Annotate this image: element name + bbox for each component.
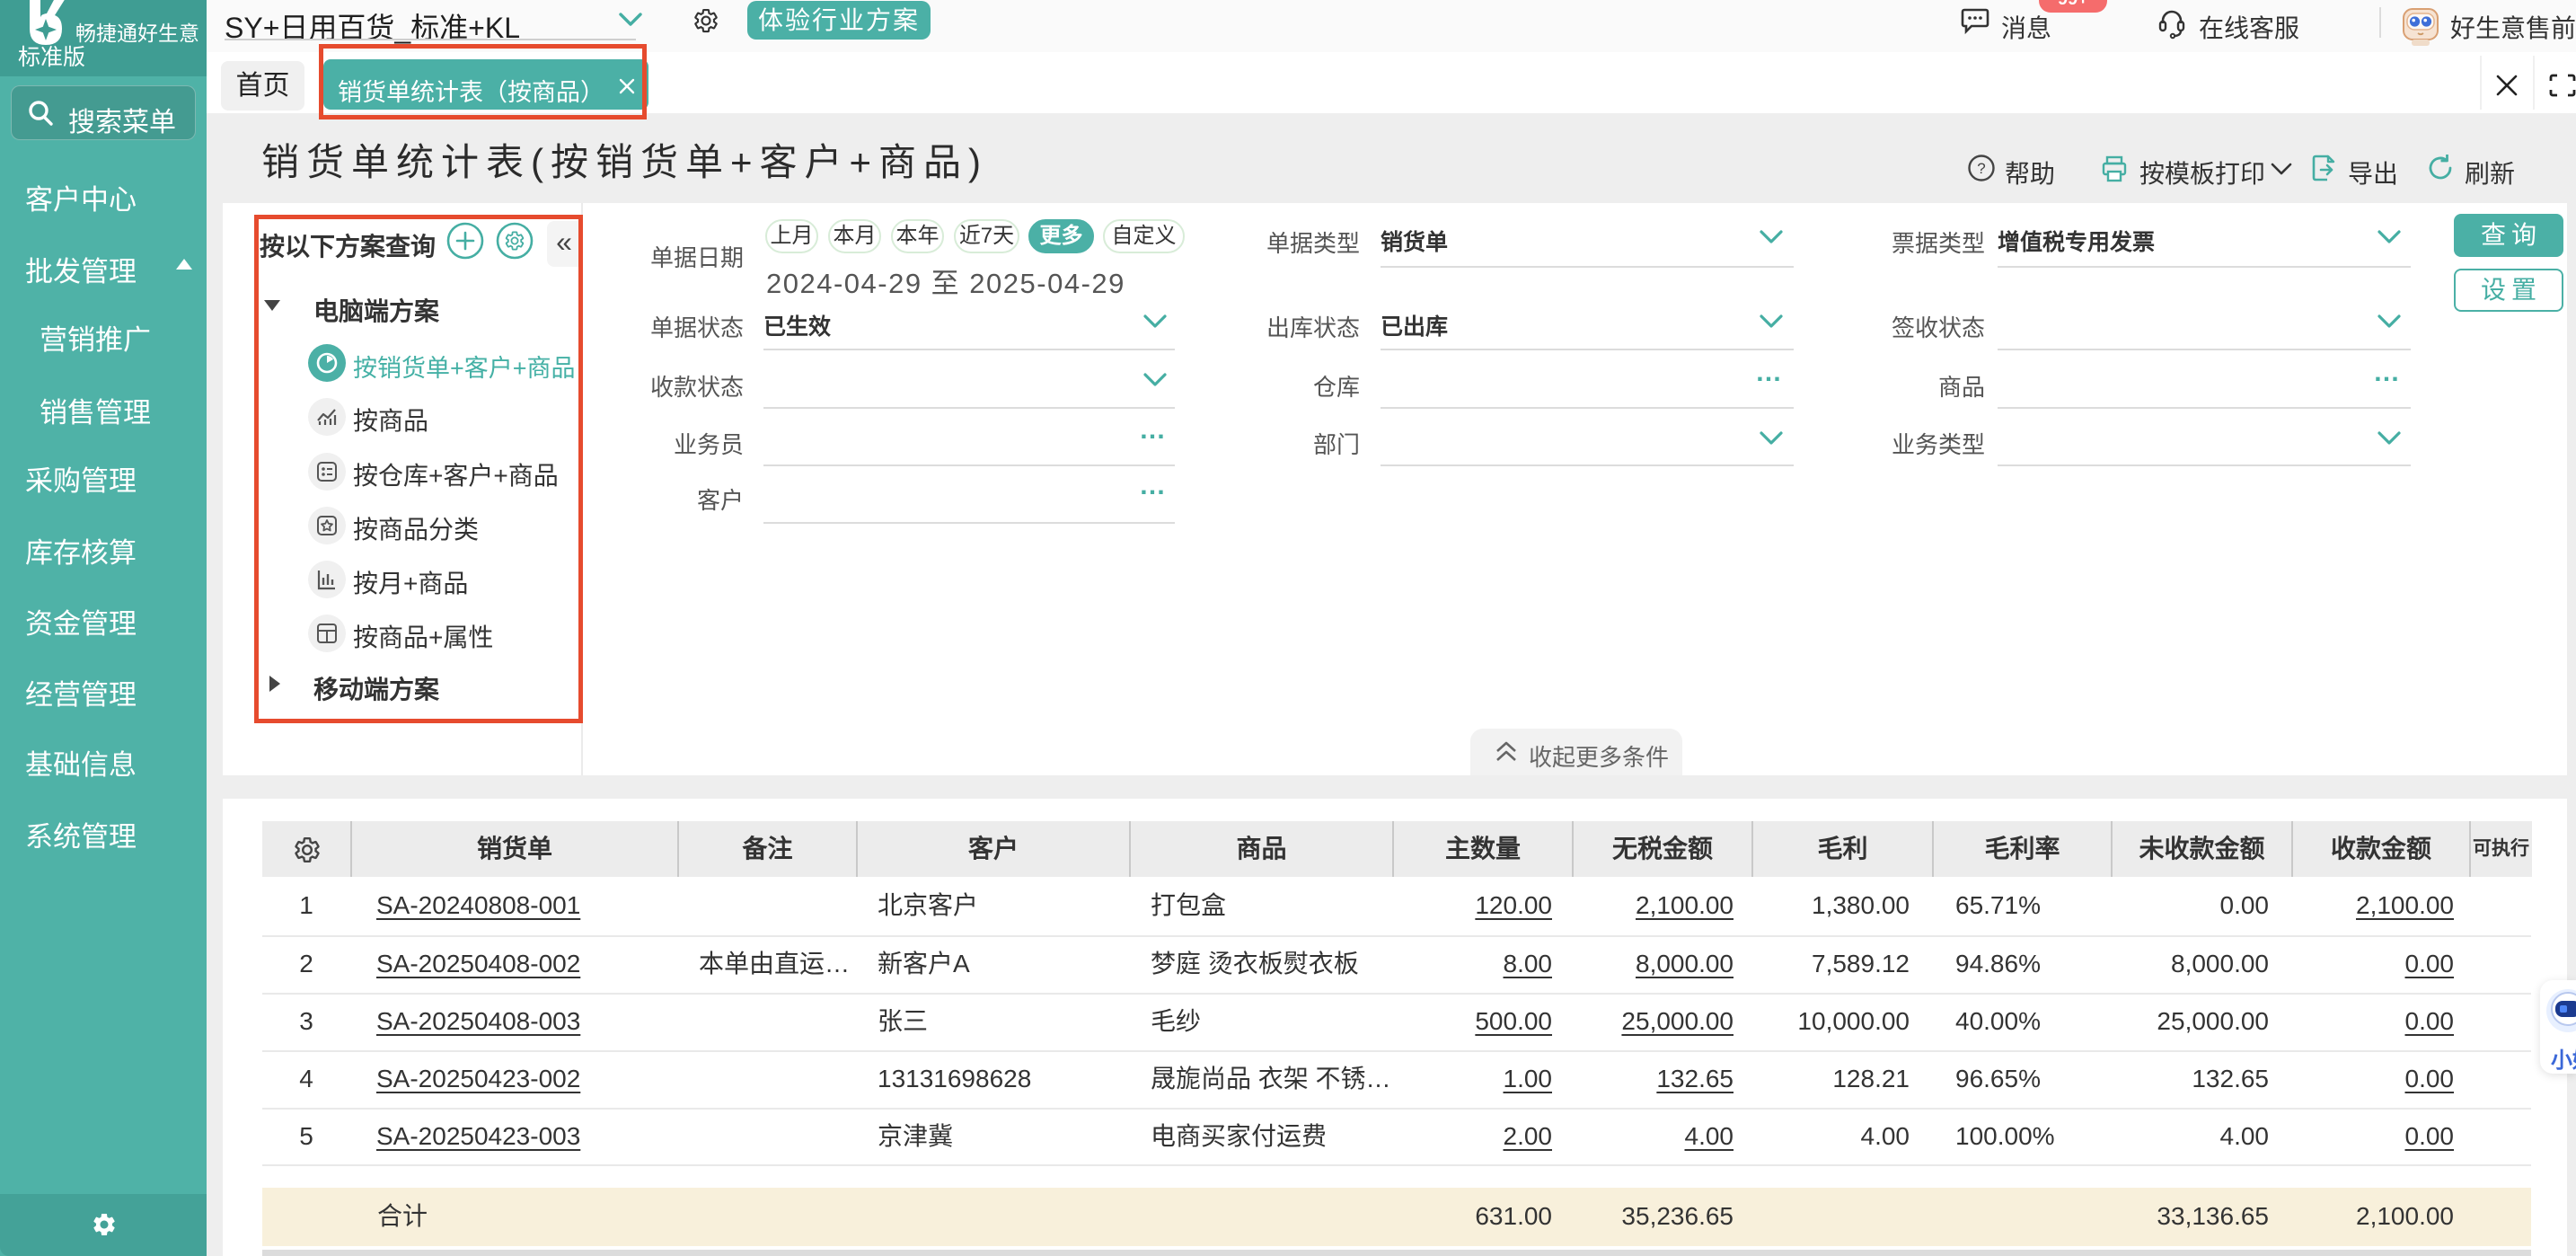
svg-text:?: ? xyxy=(1977,160,1985,177)
